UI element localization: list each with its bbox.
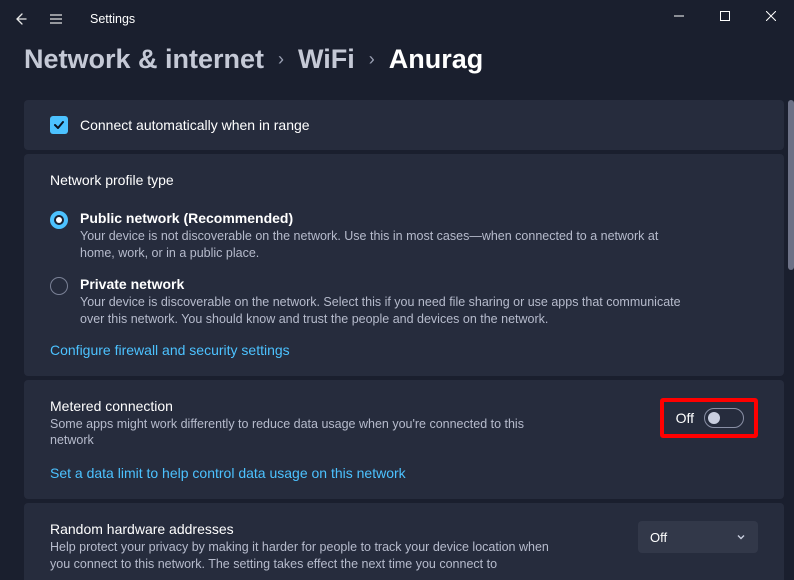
- public-network-option[interactable]: Public network (Recommended) Your device…: [50, 210, 758, 262]
- metered-title: Metered connection: [50, 398, 570, 414]
- connect-auto-label: Connect automatically when in range: [80, 117, 310, 133]
- metered-toggle[interactable]: [704, 408, 744, 428]
- chevron-right-icon: ›: [369, 49, 375, 70]
- private-title: Private network: [80, 276, 690, 292]
- public-title: Public network (Recommended): [80, 210, 690, 226]
- breadcrumb-root[interactable]: Network & internet: [24, 44, 264, 75]
- minimize-button[interactable]: [656, 0, 702, 32]
- window-title: Settings: [90, 12, 135, 26]
- public-desc: Your device is not discoverable on the n…: [80, 228, 690, 262]
- toggle-knob-icon: [708, 412, 720, 424]
- radio-unselected-icon[interactable]: [50, 277, 68, 295]
- back-button[interactable]: [6, 5, 34, 33]
- titlebar: Settings: [0, 0, 794, 38]
- radio-selected-icon[interactable]: [50, 211, 68, 229]
- private-network-option[interactable]: Private network Your device is discovera…: [50, 276, 758, 328]
- content-area: Connect automatically when in range Netw…: [24, 100, 784, 580]
- data-limit-link[interactable]: Set a data limit to help control data us…: [50, 465, 758, 481]
- metered-toggle-highlight: Off: [660, 398, 758, 438]
- breadcrumb: Network & internet › WiFi › Anurag: [0, 38, 794, 93]
- random-mac-select-value: Off: [650, 530, 667, 545]
- random-mac-desc: Help protect your privacy by making it h…: [50, 539, 570, 573]
- random-mac-card: Random hardware addresses Help protect y…: [24, 503, 784, 580]
- metered-toggle-label: Off: [676, 410, 694, 426]
- private-desc: Your device is discoverable on the netwo…: [80, 294, 690, 328]
- chevron-down-icon: [736, 530, 746, 545]
- random-mac-title: Random hardware addresses: [50, 521, 570, 537]
- firewall-link[interactable]: Configure firewall and security settings: [50, 342, 758, 358]
- maximize-button[interactable]: [702, 0, 748, 32]
- random-mac-select[interactable]: Off: [638, 521, 758, 553]
- scrollbar[interactable]: [788, 100, 794, 270]
- profile-heading: Network profile type: [50, 172, 758, 188]
- chevron-right-icon: ›: [278, 49, 284, 70]
- menu-icon[interactable]: [42, 5, 70, 33]
- close-button[interactable]: [748, 0, 794, 32]
- connect-auto-checkbox[interactable]: [50, 116, 68, 134]
- breadcrumb-mid[interactable]: WiFi: [298, 44, 355, 75]
- metered-desc: Some apps might work differently to redu…: [50, 416, 570, 450]
- metered-connection-card: Metered connection Some apps might work …: [24, 380, 784, 500]
- breadcrumb-current: Anurag: [389, 44, 484, 75]
- network-profile-card: Network profile type Public network (Rec…: [24, 154, 784, 376]
- connect-auto-card: Connect automatically when in range: [24, 100, 784, 150]
